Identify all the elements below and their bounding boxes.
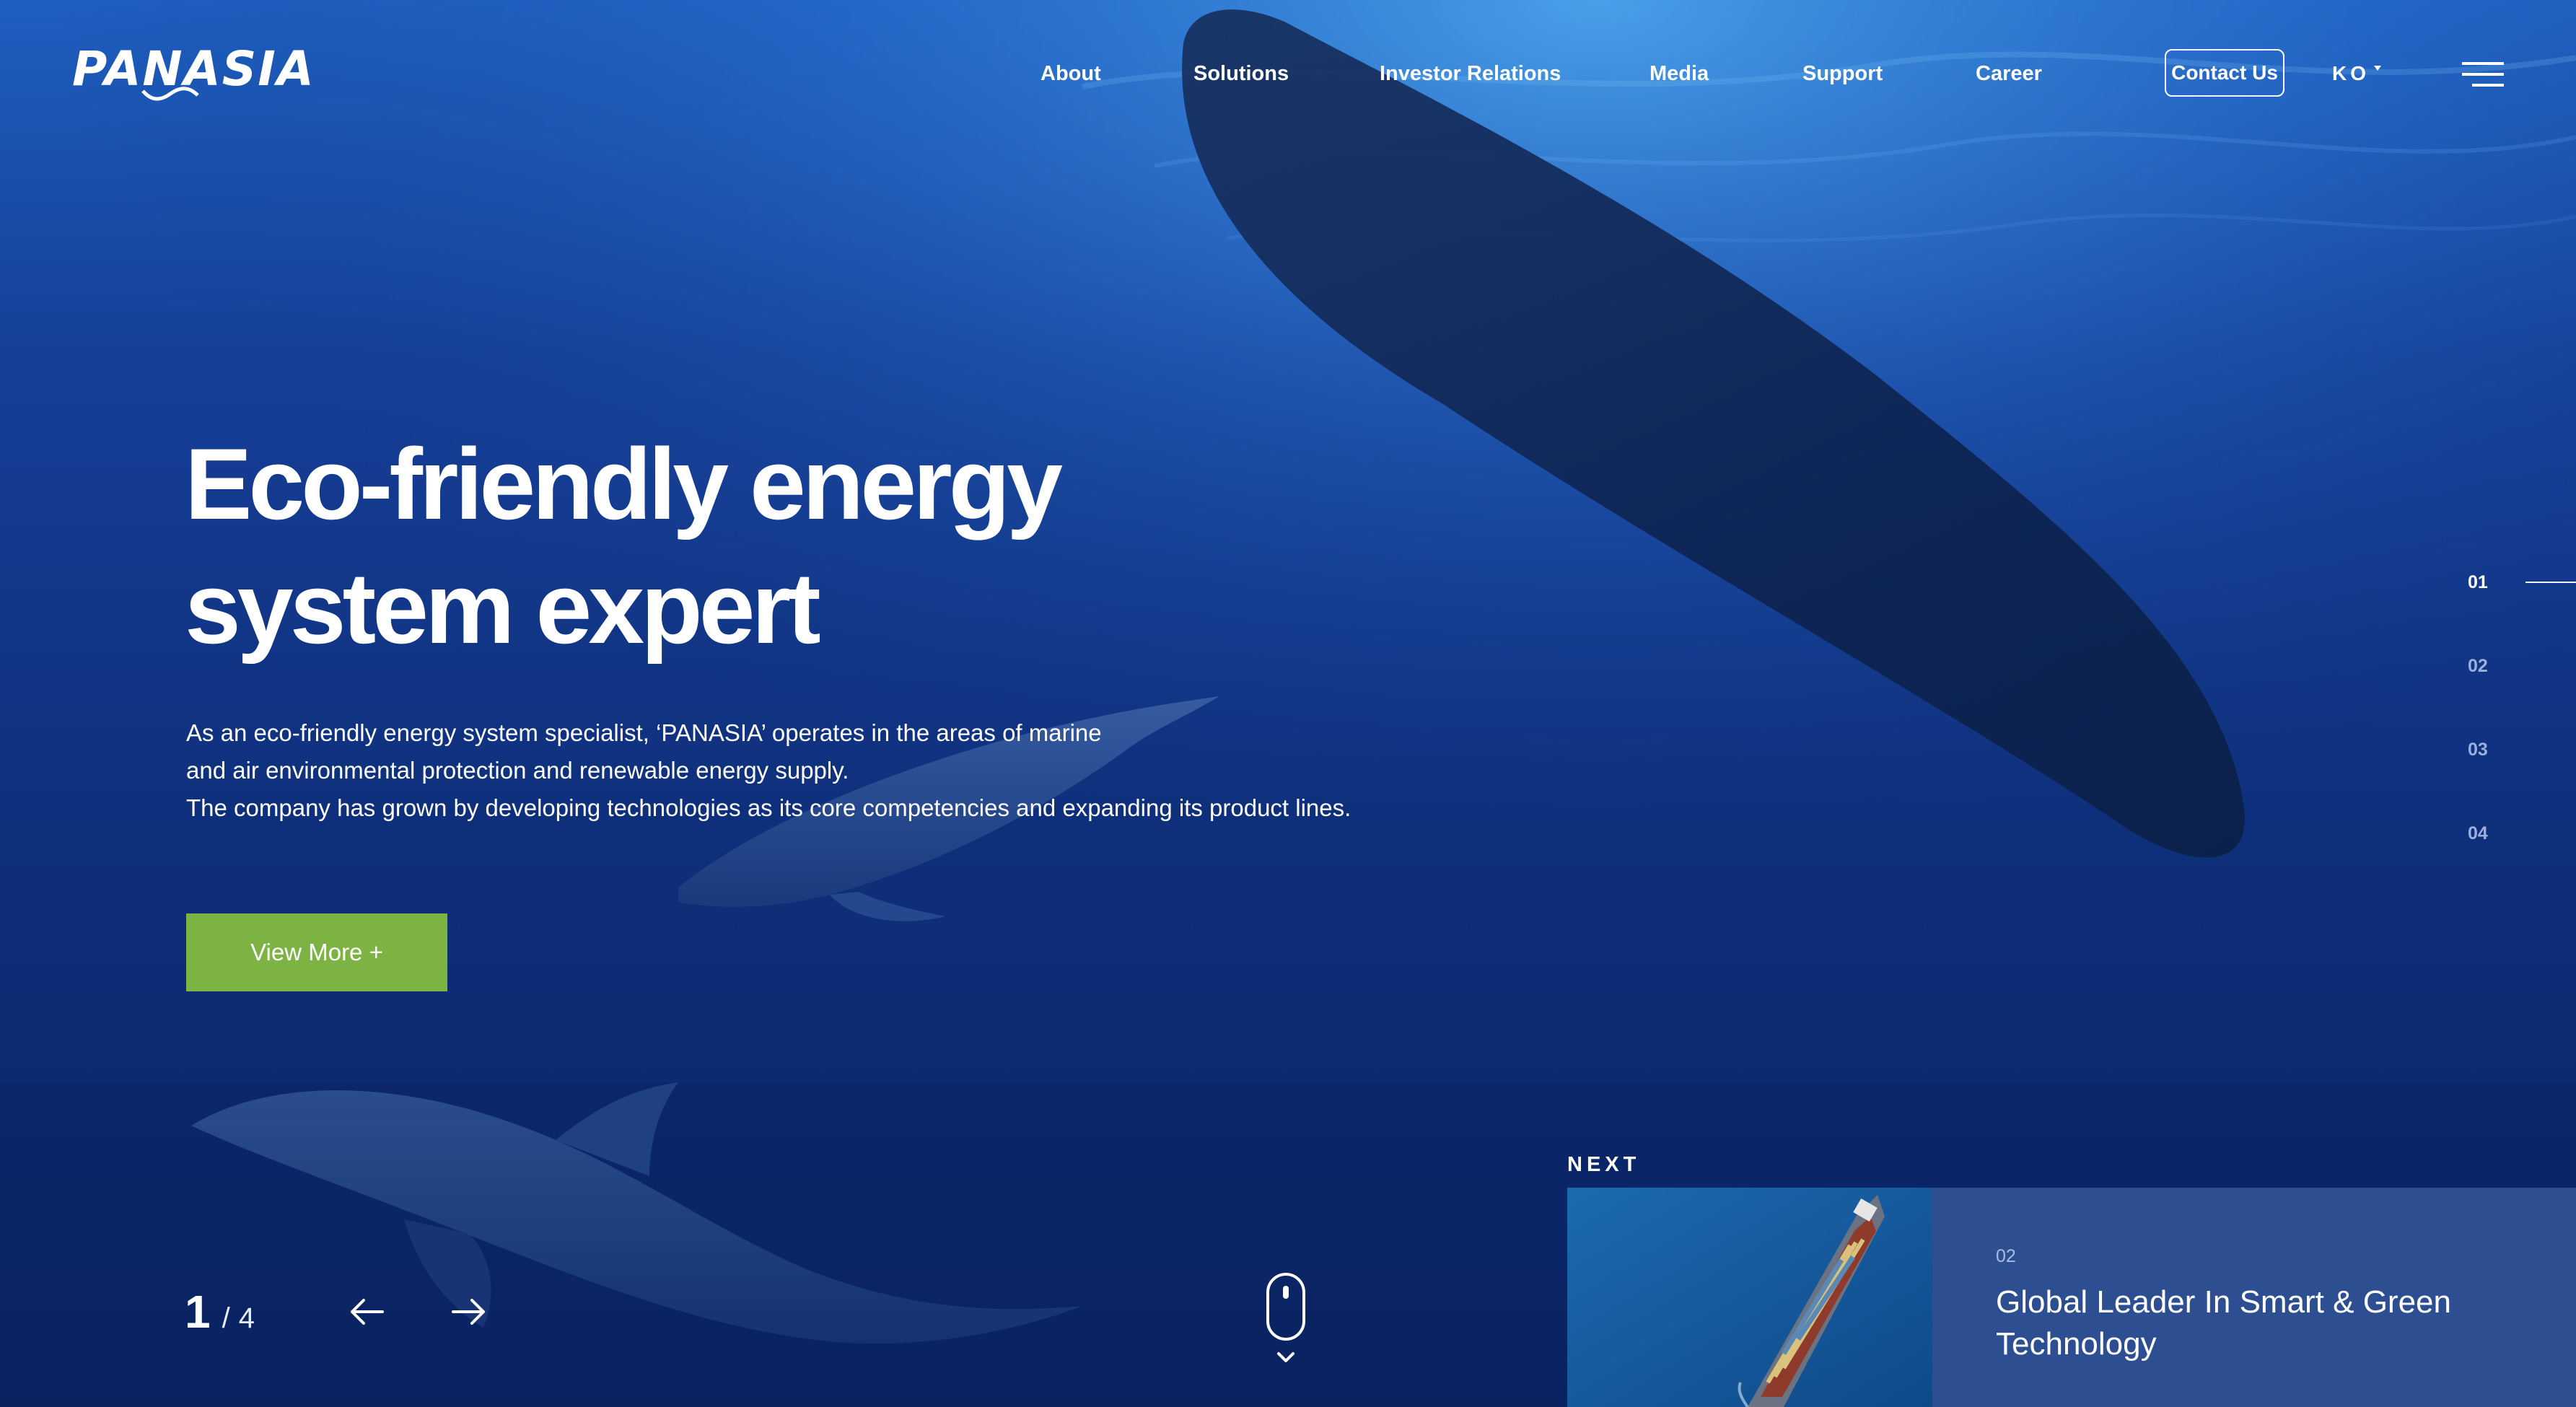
slide-counter-total: 4 bbox=[238, 1302, 255, 1334]
container-ship-thumbnail bbox=[1567, 1188, 1932, 1407]
nav-item-career[interactable]: Career bbox=[1976, 59, 2042, 88]
pagination-item-04[interactable]: 04 bbox=[2468, 823, 2488, 844]
arrow-right-icon[interactable] bbox=[449, 1294, 489, 1329]
nav-item-support[interactable]: Support bbox=[1802, 59, 1883, 88]
nav-item-solutions[interactable]: Solutions bbox=[1193, 59, 1289, 88]
logo-wave-icon bbox=[141, 87, 199, 101]
language-selector[interactable]: KO bbox=[2332, 59, 2370, 88]
next-slide-card[interactable]: 02 Global Leader In Smart & Green Techno… bbox=[1567, 1188, 2576, 1407]
hero-description-line-3: The company has grown by developing tech… bbox=[186, 794, 1351, 821]
slide-counter: 1 /4 bbox=[185, 1283, 255, 1354]
active-slide-indicator bbox=[2525, 582, 2576, 583]
arrow-left-icon[interactable] bbox=[346, 1294, 387, 1329]
contact-us-button[interactable]: Contact Us bbox=[2165, 49, 2284, 97]
hamburger-icon[interactable] bbox=[2462, 61, 2504, 88]
panasia-logo[interactable]: PANASIA bbox=[72, 40, 332, 105]
mouse-scroll-icon[interactable] bbox=[1264, 1271, 1307, 1372]
hero-title: Eco-friendly energy system expert bbox=[185, 422, 1339, 670]
nav-item-about[interactable]: About bbox=[1041, 59, 1101, 88]
view-more-button[interactable]: View More + bbox=[186, 913, 447, 991]
slide-counter-current: 1 bbox=[185, 1286, 211, 1338]
hero-description: As an eco-friendly energy system special… bbox=[186, 714, 1557, 827]
hero-title-line-1: Eco-friendly energy bbox=[185, 427, 1063, 540]
slide-counter-separator: / bbox=[222, 1302, 230, 1334]
hero-slider: PANASIA About Solutions Investor Relatio… bbox=[0, 0, 2576, 1407]
hero-title-line-2: system expert bbox=[185, 551, 821, 665]
next-slide-number: 02 bbox=[1996, 1246, 2016, 1266]
nav-item-media[interactable]: Media bbox=[1650, 59, 1709, 88]
pagination-item-01[interactable]: 01 bbox=[2468, 571, 2488, 593]
nav-item-investor-relations[interactable]: Investor Relations bbox=[1380, 59, 1561, 88]
hero-description-line-2: and air environmental protection and ren… bbox=[186, 757, 849, 784]
pagination-item-03[interactable]: 03 bbox=[2468, 739, 2488, 761]
hero-description-line-1: As an eco-friendly energy system special… bbox=[186, 719, 1102, 746]
next-slide-title: Global Leader In Smart & Green Technolog… bbox=[1996, 1284, 2451, 1362]
caret-down-icon bbox=[2374, 66, 2381, 71]
next-slide-label: NEXT bbox=[1567, 1153, 1641, 1176]
pagination-item-02[interactable]: 02 bbox=[2468, 655, 2488, 677]
